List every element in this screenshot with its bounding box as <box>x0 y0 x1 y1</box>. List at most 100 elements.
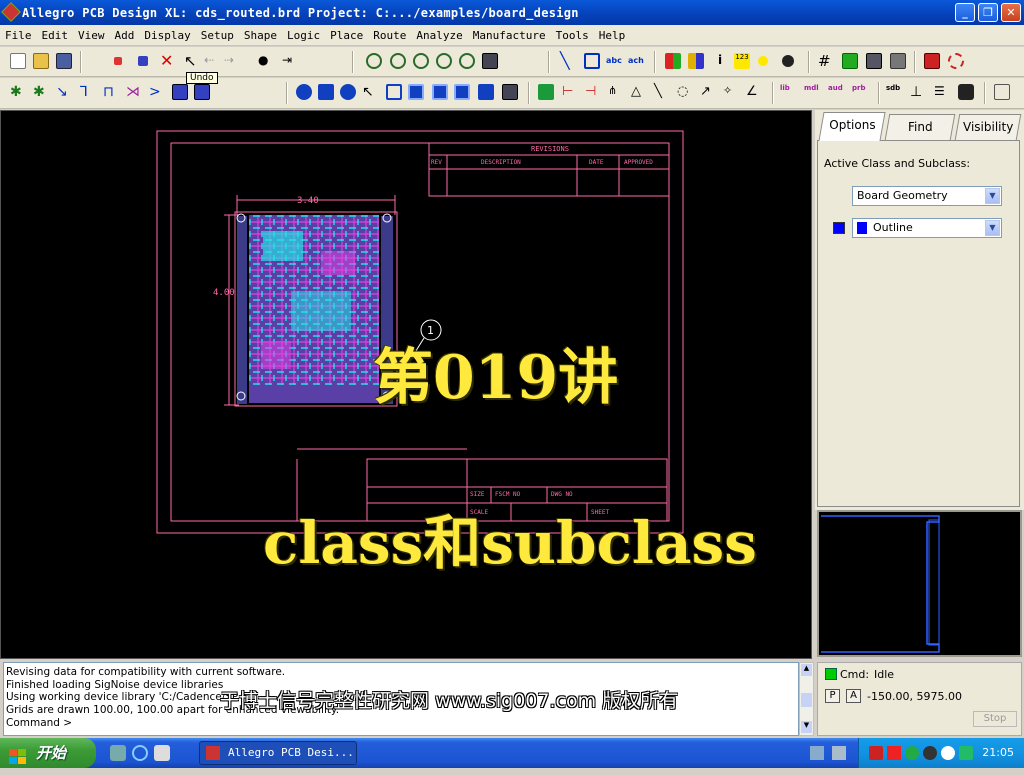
delay-tune-icon[interactable]: ⊓ <box>103 84 119 100</box>
dimension-icon[interactable] <box>538 84 554 100</box>
menu-file[interactable]: File <box>0 29 37 42</box>
shape-merge-icon[interactable] <box>478 84 494 100</box>
new-file-icon[interactable] <box>10 53 26 69</box>
visibility-icon[interactable] <box>688 53 704 69</box>
subclass-color-swatch[interactable] <box>833 222 845 234</box>
lib-icon[interactable]: lib <box>780 84 796 100</box>
open-folder-icon[interactable] <box>33 53 49 69</box>
aud-icon[interactable]: aud <box>828 84 844 100</box>
measure-icon[interactable]: 123 <box>734 53 750 69</box>
report-icon[interactable]: ☰ <box>934 84 950 100</box>
tray-network-icon[interactable] <box>832 746 846 760</box>
menu-setup[interactable]: Setup <box>196 29 239 42</box>
vertex-icon[interactable]: > <box>149 84 165 100</box>
snap-icon[interactable] <box>296 84 312 100</box>
dim-arc-icon[interactable]: ↗ <box>700 84 716 100</box>
custom-smooth-icon[interactable]: ⋊ <box>126 84 142 100</box>
spread-icon[interactable] <box>194 84 210 100</box>
taskbar-item-allegro[interactable]: Allegro PCB Desi... <box>199 741 357 765</box>
highlight-icon[interactable] <box>758 56 768 66</box>
update-drc-icon[interactable] <box>948 53 964 69</box>
tray-app-icon[interactable] <box>869 746 883 760</box>
menu-edit[interactable]: Edit <box>37 29 74 42</box>
scroll-down-icon[interactable]: ▼ <box>801 721 812 733</box>
menu-logic[interactable]: Logic <box>282 29 325 42</box>
shape-island-icon[interactable] <box>502 84 518 100</box>
menu-help[interactable]: Help <box>594 29 631 42</box>
tray-volume-icon[interactable] <box>941 746 955 760</box>
tab-visibility[interactable]: Visibility <box>954 114 1022 140</box>
redo-icon[interactable]: ⇢ <box>224 53 240 69</box>
menu-tools[interactable]: Tools <box>551 29 594 42</box>
minimize-button[interactable]: _ <box>955 3 975 22</box>
zoom-out-icon[interactable] <box>413 53 429 69</box>
undo-icon[interactable]: ⇠ <box>204 53 220 69</box>
shape-void-icon[interactable] <box>408 84 424 100</box>
menu-shape[interactable]: Shape <box>239 29 282 42</box>
grid-icon[interactable]: # <box>818 53 834 69</box>
scroll-thumb[interactable] <box>801 693 812 707</box>
dim-radius-icon[interactable]: ◌ <box>677 84 693 100</box>
dim-angle-icon[interactable]: ∠ <box>746 84 762 100</box>
dehighlight-icon[interactable] <box>782 55 794 67</box>
tray-shield-icon[interactable] <box>905 746 919 760</box>
tray-k-icon[interactable] <box>887 746 901 760</box>
pin-icon[interactable]: ⊥ <box>910 84 926 100</box>
world-view-minimap[interactable] <box>817 510 1022 657</box>
dim-chamfer-icon[interactable]: △ <box>631 84 647 100</box>
shape-void-circle-icon[interactable] <box>454 84 470 100</box>
3d-view-icon[interactable] <box>482 53 498 69</box>
quicklaunch-explorer-icon[interactable] <box>110 745 126 761</box>
add-connect-icon[interactable]: ↘ <box>56 84 72 100</box>
class-dropdown[interactable]: Board Geometry ▼ <box>852 186 1002 206</box>
tray-ime-icon[interactable] <box>959 746 973 760</box>
zoom-points-icon[interactable] <box>366 53 382 69</box>
layer-icon[interactable] <box>842 53 858 69</box>
save-icon[interactable] <box>56 53 72 69</box>
tray-expand-icon[interactable] <box>810 746 824 760</box>
shape-circle-icon[interactable] <box>340 84 356 100</box>
dim-datum-icon[interactable]: ⊣ <box>585 84 601 100</box>
maximize-button[interactable]: ❐ <box>978 3 998 22</box>
zoom-previous-icon[interactable] <box>459 53 475 69</box>
menu-display[interactable]: Display <box>139 29 195 42</box>
scroll-up-icon[interactable]: ▲ <box>801 664 812 676</box>
window-title-bar[interactable]: Allegro PCB Design XL: cds_routed.brd Pr… <box>0 0 1024 25</box>
camera-icon[interactable] <box>958 84 974 100</box>
create-fanout-icon[interactable] <box>172 84 188 100</box>
dim-leader-icon[interactable]: ╲ <box>654 84 670 100</box>
done-icon[interactable]: ● <box>258 53 274 69</box>
select-icon[interactable]: ↖ <box>362 84 378 100</box>
add-rect-icon[interactable] <box>584 53 600 69</box>
quicklaunch-ie-icon[interactable] <box>132 745 148 761</box>
menu-add[interactable]: Add <box>110 29 140 42</box>
oops-icon[interactable]: ⇥ <box>282 53 298 69</box>
pointer-icon[interactable]: ↖ <box>184 53 200 69</box>
color-icon[interactable] <box>665 53 681 69</box>
move-icon[interactable] <box>114 57 122 65</box>
prb-icon[interactable]: prb <box>852 84 868 100</box>
edit-text-icon[interactable]: ach <box>628 53 644 69</box>
zoom-in-icon[interactable] <box>390 53 406 69</box>
show-element-icon[interactable]: i <box>712 53 728 69</box>
drc-icon[interactable] <box>924 53 940 69</box>
slide-icon[interactable]: ⅂ <box>80 84 96 100</box>
start-button[interactable]: 开始 <box>0 738 96 768</box>
delete-icon[interactable]: ✕ <box>160 53 176 69</box>
zoom-fit-icon[interactable] <box>436 53 452 69</box>
menu-view[interactable]: View <box>73 29 110 42</box>
menu-manufacture[interactable]: Manufacture <box>468 29 551 42</box>
tab-find[interactable]: Find <box>884 114 956 140</box>
rats-icon[interactable]: ✱ <box>33 84 49 100</box>
stop-button[interactable]: Stop <box>973 711 1017 727</box>
design-canvas[interactable]: REVISIONS REV DESCRIPTION DATE APPROVED … <box>0 110 812 659</box>
shape-rect-icon[interactable] <box>318 84 334 100</box>
tray-media-icon[interactable] <box>923 746 937 760</box>
dim-angular-icon[interactable]: ⋔ <box>608 84 624 100</box>
shape-edit-icon[interactable] <box>386 84 402 100</box>
hammer-icon[interactable] <box>890 53 906 69</box>
shape-void-rect-icon[interactable] <box>432 84 448 100</box>
mdl-icon[interactable]: mdl <box>804 84 820 100</box>
shadow-icon[interactable] <box>866 53 882 69</box>
add-text-icon[interactable]: abc <box>606 53 622 69</box>
